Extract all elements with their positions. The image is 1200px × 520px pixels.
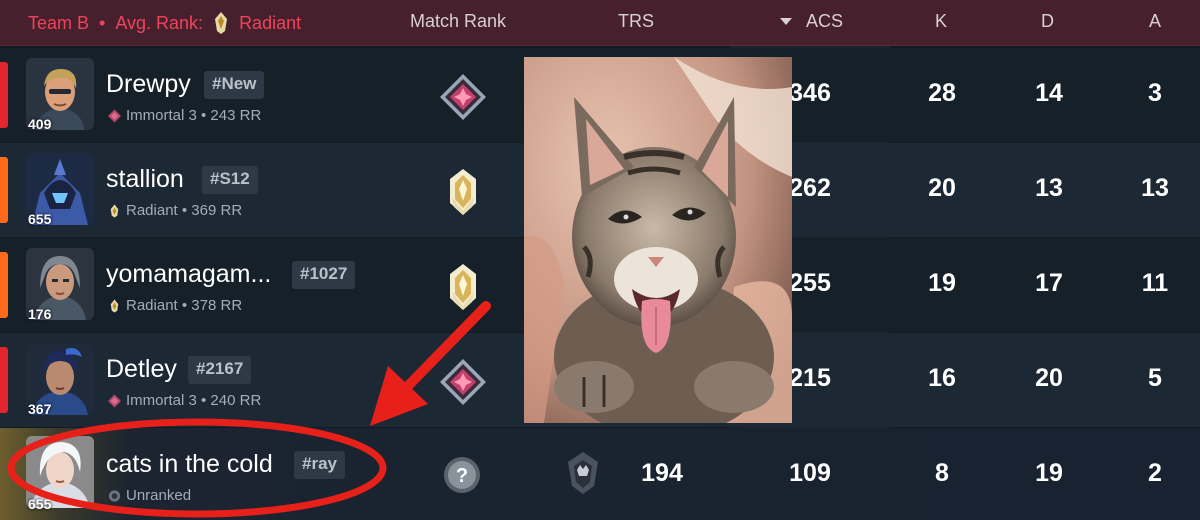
kills-value: 8	[935, 459, 949, 487]
player-name[interactable]: Detley	[106, 355, 177, 384]
immortal-rank-icon	[108, 394, 121, 407]
kills-value: 28	[928, 79, 956, 107]
player-tag: #2167	[188, 356, 252, 384]
immortal-rank-icon	[440, 74, 486, 120]
deaths-value: 13	[1035, 174, 1063, 202]
row-indicator-bar	[0, 252, 8, 318]
avg-rank-label: Avg. Rank:	[115, 12, 204, 33]
unranked-icon	[108, 489, 121, 502]
player-tag: #ray	[294, 451, 345, 479]
column-header-d[interactable]: D	[1041, 11, 1054, 32]
assists-value: 5	[1148, 364, 1162, 392]
assists-value: 13	[1141, 174, 1169, 202]
column-header-acs-label: ACS	[806, 11, 844, 31]
player-name[interactable]: yomamagam...	[106, 260, 271, 289]
radiant-rank-icon	[450, 169, 476, 215]
kills-value: 16	[928, 364, 956, 392]
player-rank-line: Radiant • 378 RR	[108, 297, 242, 314]
separator-dot: •	[99, 12, 106, 33]
kills-value: 19	[928, 269, 956, 297]
player-tag: #New	[204, 71, 265, 99]
radiant-rank-icon	[450, 264, 476, 310]
immortal-rank-icon	[440, 359, 486, 405]
player-name[interactable]: stallion	[106, 165, 184, 194]
deaths-value: 19	[1035, 459, 1063, 487]
scoreboard-header: Team B • Avg. Rank: Radiant Match Rank T…	[0, 0, 1200, 46]
account-level: 176	[28, 306, 52, 322]
account-level: 409	[28, 116, 52, 132]
assists-value: 2	[1148, 459, 1162, 487]
svg-text:?: ?	[456, 465, 468, 487]
column-header-acs[interactable]: ACS	[780, 11, 843, 32]
team-name: Team B	[28, 12, 90, 33]
column-header-match-rank[interactable]: Match Rank	[410, 11, 506, 32]
row-indicator-bar	[0, 157, 8, 223]
player-row-self[interactable]: 655 cats in the cold #ray Unranked ? 194…	[0, 428, 1200, 520]
player-name[interactable]: cats in the cold	[106, 450, 273, 479]
player-rank-text: Radiant • 378 RR	[126, 297, 243, 314]
column-header-k[interactable]: K	[935, 11, 947, 32]
deaths-value: 17	[1035, 269, 1063, 297]
player-name[interactable]: Drewpy	[106, 70, 191, 99]
unranked-question-icon: ?	[444, 457, 480, 493]
trs-value: 194	[641, 459, 683, 487]
column-header-a[interactable]: A	[1149, 11, 1161, 32]
player-rank-text: Unranked	[126, 487, 192, 504]
cat-photo-overlay	[524, 57, 792, 423]
radiant-rank-icon	[215, 12, 228, 34]
deaths-value: 14	[1035, 79, 1063, 107]
player-rank-text: Radiant • 369 RR	[126, 202, 243, 219]
immortal-rank-icon	[108, 109, 121, 122]
assists-value: 3	[1148, 79, 1162, 107]
player-rank-text: Immortal 3 • 240 RR	[126, 392, 262, 409]
trs-rank-icon	[568, 452, 598, 494]
row-indicator-bar	[0, 62, 8, 128]
account-level: 367	[28, 401, 52, 417]
deaths-value: 20	[1035, 364, 1063, 392]
player-rank-line: Radiant • 369 RR	[108, 202, 242, 219]
row-indicator-bar	[0, 347, 8, 413]
player-rank-line: Immortal 3 • 243 RR	[108, 107, 261, 124]
column-header-trs[interactable]: TRS	[618, 11, 654, 32]
account-level: 655	[28, 211, 52, 227]
account-level: 655	[28, 496, 52, 512]
kills-value: 20	[928, 174, 956, 202]
acs-value: 109	[789, 459, 831, 487]
player-rank-line: Immortal 3 • 240 RR	[108, 392, 261, 409]
sort-desc-icon	[780, 17, 792, 25]
player-tag: #S12	[202, 166, 258, 194]
assists-value: 11	[1141, 269, 1169, 297]
player-rank-line: Unranked	[108, 487, 191, 504]
radiant-rank-icon	[110, 299, 119, 312]
player-tag: #1027	[292, 261, 356, 289]
radiant-rank-icon	[110, 204, 119, 217]
avg-rank-value: Radiant	[239, 12, 302, 33]
team-info: Team B • Avg. Rank: Radiant	[28, 11, 301, 35]
player-rank-text: Immortal 3 • 243 RR	[126, 107, 262, 124]
